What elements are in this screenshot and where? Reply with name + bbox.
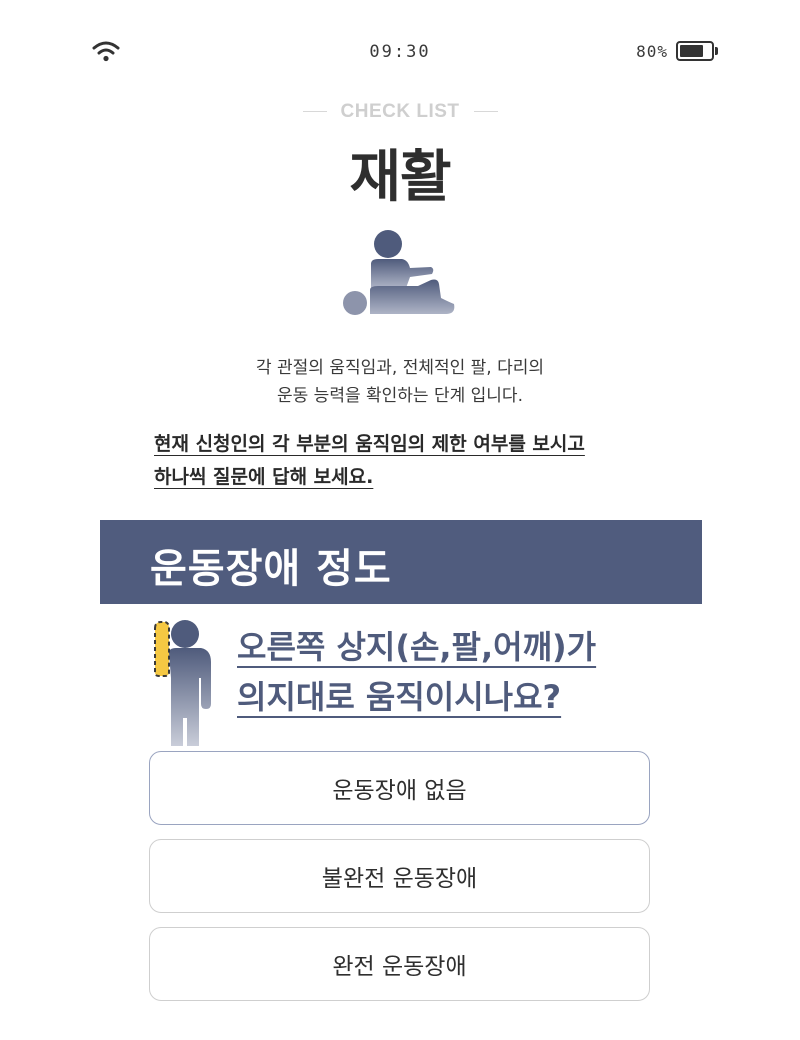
checklist-label: CHECK LIST: [0, 101, 800, 123]
question-line-1: 오른쪽 상지(손,팔,어깨)가: [237, 628, 597, 666]
description-line-2: 운동 능력을 확인하는 단계 입니다.: [277, 386, 523, 406]
section-header: 운동장애 정도: [100, 520, 702, 604]
question: 오른쪽 상지(손,팔,어깨)가 의지대로 움직이시나요?: [237, 622, 596, 722]
page-title: 재활: [349, 145, 451, 210]
instruction-line-1: 현재 신청인의 각 부분의 움직임의 제한 여부를 보시고: [154, 433, 585, 455]
status-bar: 09:30 80%: [0, 0, 800, 100]
divider-left: [302, 111, 327, 113]
battery-percent: 80%: [636, 41, 668, 61]
checklist-text: CHECK LIST: [340, 101, 460, 122]
battery-fill: [680, 45, 704, 57]
question-line-2: 의지대로 움직이시나요?: [237, 678, 562, 716]
battery-indicator: 80%: [636, 41, 718, 61]
description-line-1: 각 관절의 움직임과, 전체적인 팔, 다리의: [255, 358, 545, 378]
option-complete-motor-disorder[interactable]: 완전 운동장애: [149, 927, 650, 1001]
option-incomplete-motor-disorder[interactable]: 불완전 운동장애: [149, 839, 650, 913]
rehab-massage-icon: [343, 230, 455, 315]
section-title: 운동장애 정도: [150, 546, 392, 592]
person-right-arm-highlight-icon: [154, 620, 211, 746]
battery-icon: [676, 41, 718, 61]
instruction-line-2: 하나씩 질문에 답해 보세요.: [154, 466, 374, 488]
instruction: 현재 신청인의 각 부분의 움직임의 제한 여부를 보시고 하나씩 질문에 답해…: [154, 428, 585, 494]
divider-right: [473, 111, 498, 113]
option-no-motor-disorder[interactable]: 운동장애 없음: [149, 751, 650, 825]
description: 각 관절의 움직임과, 전체적인 팔, 다리의 운동 능력을 확인하는 단계 입…: [0, 354, 800, 410]
